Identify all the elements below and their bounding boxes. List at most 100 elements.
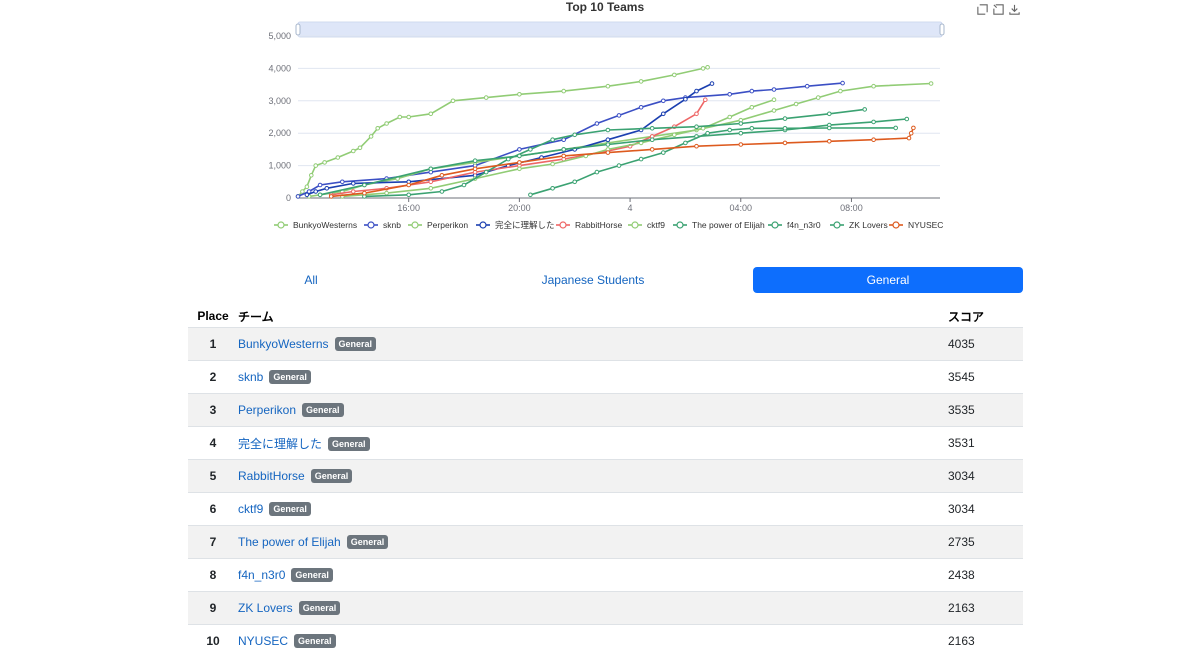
data-point [518, 161, 522, 165]
row-score: 3545 [948, 361, 1023, 394]
data-point [839, 89, 843, 93]
download-icon[interactable] [1008, 3, 1021, 16]
data-point [695, 144, 699, 148]
row-team: ZK LoversGeneral [238, 592, 948, 625]
series-2 [296, 81, 844, 198]
x-tick-label: 08:00 [840, 203, 863, 213]
row-team: RabbitHorse General [238, 460, 948, 493]
team-link[interactable]: f4n_n3r0 [238, 568, 285, 582]
data-point [750, 127, 754, 131]
data-point [783, 117, 787, 121]
data-point [518, 93, 522, 97]
data-point [398, 115, 402, 119]
data-point [617, 114, 621, 118]
data-point [606, 151, 610, 155]
data-point [606, 128, 610, 132]
row-place: 7 [188, 526, 238, 559]
team-link[interactable]: Perperikon [238, 403, 296, 417]
data-point [484, 96, 488, 100]
legend-marker [480, 222, 486, 228]
legend-label: BunkyoWesterns [293, 220, 357, 230]
datazoom-slider[interactable] [296, 22, 944, 37]
zoom-icon[interactable] [976, 3, 989, 16]
data-point [595, 122, 599, 126]
legend-marker [278, 222, 284, 228]
data-point [518, 148, 522, 152]
legend-item[interactable]: NYUSEC [889, 220, 943, 230]
chart-title: Top 10 Teams [566, 0, 645, 14]
row-team: f4n_n3r0General [238, 559, 948, 592]
row-place: 10 [188, 625, 238, 657]
team-link[interactable]: RabbitHorse [238, 469, 305, 483]
data-point [739, 131, 743, 135]
row-place: 9 [188, 592, 238, 625]
legend-item[interactable]: The power of Elijah [673, 220, 765, 230]
row-score: 3531 [948, 427, 1023, 460]
tab-all[interactable]: All [175, 267, 447, 293]
team-link[interactable]: 完全に理解した [238, 437, 322, 451]
data-point [352, 190, 356, 194]
row-team: The power of ElijahGeneral [238, 526, 948, 559]
data-point [772, 88, 776, 92]
table-row: 7The power of ElijahGeneral2735 [188, 526, 1023, 559]
data-point [872, 138, 876, 142]
data-point [562, 138, 566, 142]
y-tick-label: 3,000 [268, 96, 291, 106]
legend-marker [632, 222, 638, 228]
legend-item[interactable]: 完全に理解した [476, 220, 555, 230]
data-point [318, 193, 322, 197]
legend-item[interactable]: RabbitHorse [556, 220, 623, 230]
legend-item[interactable]: f4n_n3r0 [768, 220, 821, 230]
data-point [783, 127, 787, 131]
division-badge: General [311, 469, 353, 483]
datazoom-handle-right[interactable] [940, 24, 944, 35]
row-place: 6 [188, 493, 238, 526]
team-link[interactable]: cktf9 [238, 502, 263, 516]
data-point [639, 106, 643, 110]
data-point [551, 162, 555, 166]
division-badge: General [335, 337, 377, 351]
legend-item[interactable]: Perperikon [408, 220, 468, 230]
row-team: PerperikonGeneral [238, 394, 948, 427]
data-point [606, 138, 610, 142]
legend-item[interactable]: ZK Lovers [830, 220, 888, 230]
tab-japanese-students[interactable]: Japanese Students [457, 267, 729, 293]
data-point [363, 191, 367, 195]
legend-label: 完全に理解した [495, 220, 555, 230]
team-link[interactable]: sknb [238, 370, 263, 384]
team-link[interactable]: BunkyoWesterns [238, 337, 329, 351]
legend-label: cktf9 [647, 220, 665, 230]
row-team: 完全に理解したGeneral [238, 427, 948, 460]
data-point [650, 148, 654, 152]
data-point [828, 140, 832, 144]
legend-label: NYUSEC [908, 220, 943, 230]
row-score: 2735 [948, 526, 1023, 559]
team-link[interactable]: NYUSEC [238, 634, 288, 648]
legend-item[interactable]: cktf9 [628, 220, 665, 230]
data-point [429, 187, 433, 191]
table-row: 8f4n_n3r0General2438 [188, 559, 1023, 592]
data-point [706, 66, 710, 70]
series-line [331, 128, 913, 196]
data-point [352, 182, 356, 186]
data-point [639, 80, 643, 84]
zoom-reset-icon[interactable] [992, 3, 1005, 16]
data-point [606, 143, 610, 147]
legend-item[interactable]: sknb [364, 220, 401, 230]
row-score: 3034 [948, 460, 1023, 493]
datazoom-handle-left[interactable] [296, 24, 300, 35]
data-point [314, 190, 318, 194]
data-point [329, 195, 333, 199]
team-link[interactable]: ZK Lovers [238, 601, 293, 615]
legend-item[interactable]: BunkyoWesterns [274, 220, 357, 230]
team-link[interactable]: The power of Elijah [238, 535, 341, 549]
data-point [872, 120, 876, 124]
data-point [363, 183, 367, 187]
data-point [318, 183, 322, 187]
data-point [617, 164, 621, 168]
header-team: チーム [238, 305, 948, 328]
row-team: cktf9General [238, 493, 948, 526]
data-point [336, 156, 340, 160]
y-tick-label: 5,000 [268, 31, 291, 41]
tab-general[interactable]: General [753, 267, 1023, 293]
